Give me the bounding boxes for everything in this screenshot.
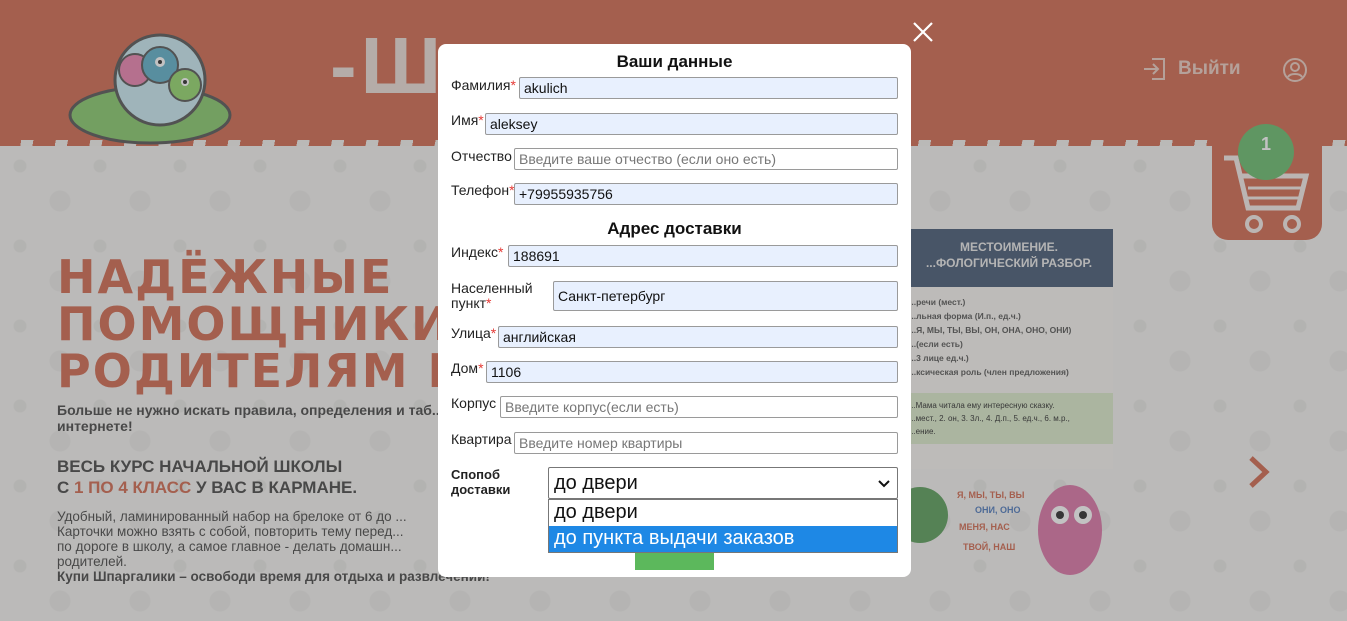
patronymic-input[interactable]	[514, 148, 898, 170]
city-input[interactable]	[553, 281, 898, 311]
delivery-method-select[interactable]: до двери	[548, 467, 898, 499]
required-mark: *	[478, 112, 484, 128]
apartment-input[interactable]	[514, 432, 898, 454]
required-mark: *	[498, 244, 504, 260]
last-name-label-text: Фамилия	[451, 77, 511, 93]
required-mark: *	[478, 360, 484, 376]
delivery-label-line1: Спопоб	[451, 467, 501, 482]
required-mark: *	[490, 325, 497, 341]
delivery-address-title: Адрес доставки	[607, 219, 742, 238]
index-input[interactable]	[508, 245, 898, 267]
house-label-text: Дом	[451, 360, 479, 376]
house-input[interactable]	[486, 361, 898, 383]
city-label-line1: Населенный	[451, 280, 533, 296]
close-icon[interactable]	[911, 20, 935, 44]
required-mark: *	[486, 295, 492, 311]
delivery-label-line2: доставки	[451, 482, 511, 497]
submit-button[interactable]	[635, 552, 714, 570]
phone-label-text: Телефон	[451, 182, 510, 198]
last-name-label: Фамилия*	[451, 77, 516, 93]
required-mark: *	[510, 77, 516, 93]
first-name-label-text: Имя	[451, 112, 479, 128]
first-name-label: Имя*	[451, 112, 484, 128]
delivery-method-label: Спопоб доставки	[451, 467, 510, 497]
city-label-line2: пункт*	[451, 296, 533, 311]
building-input[interactable]	[500, 396, 898, 418]
delivery-selected-value: до двери	[554, 471, 638, 494]
delivery-option[interactable]: до пункта выдачи заказов	[549, 526, 897, 552]
index-label: Индекс*	[451, 244, 503, 260]
phone-label: Телефон*	[451, 182, 515, 198]
first-name-input[interactable]	[485, 113, 898, 135]
phone-input[interactable]	[514, 183, 898, 205]
personal-data-title: Ваши данные	[616, 52, 733, 71]
city-label-line2-text: пункт	[451, 295, 487, 311]
street-label-text: Улица	[451, 325, 491, 341]
last-name-input[interactable]	[519, 77, 898, 99]
street-label: Улица*	[451, 325, 496, 341]
city-label: Населенный пункт*	[451, 281, 533, 311]
apartment-label: Квартира	[451, 431, 512, 447]
chevron-down-icon	[878, 480, 890, 488]
delivery-option[interactable]: до двери	[549, 500, 897, 526]
patronymic-label: Отчество	[451, 148, 512, 164]
checkout-modal: Ваши данные Фамилия* Имя* Отчество Телеф…	[438, 44, 911, 577]
house-label: Дом*	[451, 360, 484, 376]
delivery-options-list: до двери до пункта выдачи заказов	[548, 499, 898, 553]
building-label: Корпус	[451, 395, 497, 411]
index-label-text: Индекс	[451, 244, 499, 260]
street-input[interactable]	[498, 326, 898, 348]
